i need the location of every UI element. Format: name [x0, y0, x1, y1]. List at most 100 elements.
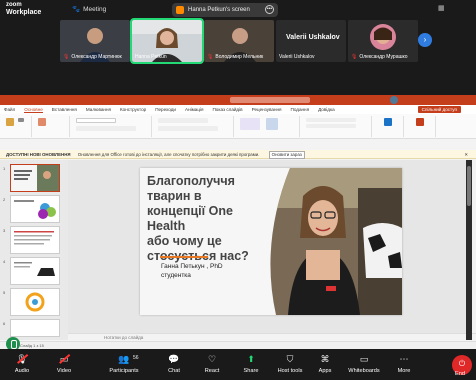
- apps-icon: ⌘: [320, 354, 330, 364]
- chat-icon: 💬: [168, 354, 180, 364]
- end-label: End: [455, 371, 465, 377]
- menu-home[interactable]: Основне: [24, 107, 43, 113]
- meeting-title[interactable]: 🐾 Meeting: [72, 5, 106, 13]
- participant-strip: 🎙 Олександр Мартинюк Hanna Petkun 🎙 Володи…: [60, 18, 430, 64]
- menu-slideshow[interactable]: Показ слайдів: [212, 107, 242, 112]
- slide-thumbnail[interactable]: [10, 319, 60, 337]
- share-screen-icon: [176, 6, 184, 14]
- microphone-muted-icon: 🎙: [15, 353, 29, 365]
- replace-icon[interactable]: [306, 124, 356, 128]
- shield-icon: ⛉: [286, 354, 294, 364]
- font-format-row[interactable]: [76, 126, 136, 131]
- ribbon-group-slides: [34, 116, 70, 137]
- heart-icon: ♡: [207, 354, 217, 364]
- dictate-icon[interactable]: [384, 118, 392, 126]
- camera-muted-icon: ▭: [57, 353, 71, 365]
- participant-tile-active[interactable]: Hanna Petkun: [130, 18, 204, 64]
- share-banner[interactable]: Hanna Petkun's screen •••: [172, 3, 278, 17]
- paw-icon: 🐾: [72, 6, 81, 13]
- slide-accent-line: [160, 256, 208, 258]
- update-notification-bar: ДОСТУПНІ НОВІ ОНОВЛЕННЯ Оновлення для Of…: [0, 150, 476, 159]
- ppt-ribbon: [0, 114, 476, 139]
- participant-tile[interactable]: 🎙 Володимир Мельник: [204, 20, 274, 62]
- slide-thumbnails-panel: 1 2 3 4 5 6: [0, 160, 68, 340]
- slide-title: Благополуччя тварин в концепції One Heal…: [147, 174, 249, 263]
- ppt-menu-bar: Файл Основне Вставлення Малювання Констр…: [0, 105, 476, 114]
- ribbon-group-designer: [406, 116, 436, 137]
- slide-thumbnail[interactable]: [10, 226, 60, 254]
- menu-design[interactable]: Конструктор: [120, 107, 146, 112]
- slide-counter: Слайд 1 з 15: [20, 343, 44, 348]
- find-icon[interactable]: [306, 118, 356, 122]
- scrollbar[interactable]: [466, 160, 472, 340]
- ppt-status-bar: Слайд 1 з 15: [0, 341, 476, 349]
- participant-tile[interactable]: 🎙 Олександр Мартинюк: [60, 20, 130, 62]
- update-now-button[interactable]: Оновити зараз: [268, 151, 305, 159]
- paragraph-row[interactable]: [158, 118, 208, 123]
- new-slide-icon[interactable]: [38, 118, 46, 126]
- more-icon[interactable]: •••: [265, 5, 274, 14]
- more-button[interactable]: ⋯ More: [384, 353, 424, 374]
- menu-draw[interactable]: Малювання: [86, 107, 111, 112]
- more-icon: ⋯: [399, 354, 409, 364]
- slide-thumbnail[interactable]: [10, 164, 60, 192]
- ribbon-group-drawing: [236, 116, 300, 137]
- ppt-search-box[interactable]: [230, 97, 310, 103]
- share-icon: ⬆: [247, 354, 255, 364]
- ppt-share-button[interactable]: Спільний доступ: [417, 106, 461, 113]
- menu-view[interactable]: Подання: [291, 107, 310, 112]
- ribbon-group-paragraph: [154, 116, 234, 137]
- shared-screen: Файл Основне Вставлення Малювання Констр…: [0, 95, 476, 349]
- align-row[interactable]: [158, 126, 218, 131]
- update-text: Оновлення для Office готові до інсталяці…: [77, 152, 260, 157]
- chat-button[interactable]: 💬 Chat: [154, 353, 194, 374]
- ppt-user-avatar[interactable]: [390, 96, 398, 104]
- font-selector[interactable]: [76, 118, 116, 123]
- participants-button[interactable]: 👥 56 Participants: [104, 353, 144, 374]
- menu-review[interactable]: Рецензування: [252, 107, 282, 112]
- audio-button[interactable]: 🎙 Audio: [2, 353, 42, 374]
- designer-icon[interactable]: [416, 118, 424, 126]
- close-icon[interactable]: ✕: [464, 150, 468, 159]
- menu-help[interactable]: Довідка: [318, 107, 335, 112]
- zoom-top-bar: zoom Workplace 🐾 Meeting Hanna Petkun's s…: [0, 0, 476, 20]
- ribbon-group-font: [72, 116, 152, 137]
- view-grid-icon[interactable]: ▦: [438, 4, 445, 12]
- end-call-icon: ⏻: [458, 359, 466, 368]
- chevron-right-icon: ›: [423, 35, 427, 44]
- shapes-icon[interactable]: [240, 118, 260, 130]
- scrollbar-thumb[interactable]: [467, 166, 471, 206]
- zoom-logo: zoom Workplace: [6, 2, 42, 16]
- menu-file[interactable]: Файл: [4, 107, 15, 112]
- mic-muted-icon: 🎙: [351, 54, 358, 60]
- zoom-toolbar: 🎙 Audio ▭ Video 👥56 Participants 💬 Chat …: [0, 349, 476, 380]
- video-button[interactable]: ▭ Video: [44, 353, 84, 374]
- ribbon-group-voice: [374, 116, 404, 137]
- whiteboards-button[interactable]: ▭ Whiteboards: [344, 353, 384, 374]
- paste-icon[interactable]: [6, 118, 14, 126]
- menu-animation[interactable]: Анімація: [185, 107, 203, 112]
- cut-icon[interactable]: [18, 118, 24, 122]
- mic-muted-icon: 🎙: [63, 54, 70, 60]
- slide-thumbnail[interactable]: [10, 195, 60, 223]
- ppt-title-bar: [0, 95, 476, 105]
- share-button[interactable]: ⬆ Share: [231, 353, 271, 374]
- slide-thumbnail[interactable]: [10, 288, 60, 316]
- react-button[interactable]: ♡ React: [192, 353, 232, 374]
- whiteboard-icon: ▭: [359, 354, 369, 364]
- arrange-icon[interactable]: [266, 118, 278, 130]
- update-title: ДОСТУПНІ НОВІ ОНОВЛЕННЯ: [6, 152, 71, 157]
- ribbon-group-editing: [302, 116, 372, 137]
- notes-pane[interactable]: Нотатки до слайда: [68, 333, 476, 341]
- slide-photo: [270, 168, 402, 315]
- current-slide[interactable]: Благополуччя тварин в концепції One Heal…: [140, 168, 402, 315]
- zoom-window: zoom Workplace 🐾 Meeting Hanna Petkun's s…: [0, 0, 476, 380]
- apps-button[interactable]: ⌘ Apps: [305, 353, 345, 374]
- participant-tile[interactable]: 🎙 Олександр Мурашко: [348, 20, 418, 62]
- participant-tile[interactable]: Valerii Ushkalov Valerii Ushkalov: [276, 20, 346, 62]
- slide-thumbnail[interactable]: [10, 257, 60, 285]
- menu-insert[interactable]: Вставлення: [52, 107, 77, 112]
- menu-transitions[interactable]: Переходи: [155, 107, 176, 112]
- next-participants-button[interactable]: ›: [418, 33, 432, 47]
- host-tools-button[interactable]: ⛉ Host tools: [270, 353, 310, 374]
